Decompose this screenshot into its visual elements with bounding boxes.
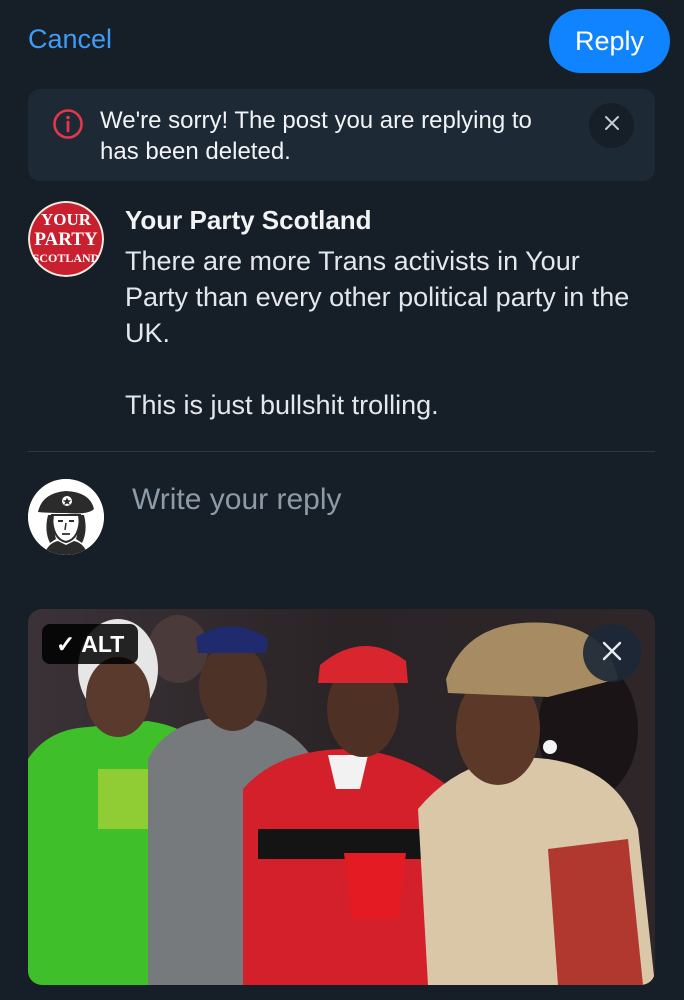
post-author-avatar[interactable]: YOUR PARTY SCOTLAND bbox=[28, 201, 104, 277]
cancel-button[interactable]: Cancel bbox=[28, 24, 112, 55]
avatar-logo-line-2: PARTY bbox=[34, 229, 98, 250]
post-author-name[interactable]: Your Party Scotland bbox=[125, 205, 372, 236]
avatar-logo-line-3: SCOTLAND bbox=[33, 251, 100, 265]
alt-text-button[interactable]: ✓ ALT bbox=[42, 624, 139, 664]
banner-close-button[interactable] bbox=[589, 103, 634, 148]
avatar-logo-line-1: YOUR bbox=[41, 210, 92, 229]
close-icon bbox=[601, 640, 623, 667]
post-paragraph: There are more Trans activists in Your P… bbox=[125, 246, 630, 348]
post-body: There are more Trans activists in Your P… bbox=[125, 243, 645, 423]
user-avatar[interactable] bbox=[28, 479, 104, 555]
post-paragraph: This is just bullshit trolling. bbox=[125, 390, 439, 420]
reply-text-input[interactable] bbox=[120, 478, 674, 522]
divider bbox=[28, 451, 655, 452]
banner-message: We're sorry! The post you are replying t… bbox=[100, 107, 532, 165]
checkmark-icon: ✓ bbox=[56, 630, 76, 657]
reply-button[interactable]: Reply bbox=[549, 9, 670, 73]
attached-gif[interactable]: ✓ ALT bbox=[28, 609, 655, 985]
composer-header: Cancel Reply bbox=[0, 0, 684, 84]
close-icon bbox=[604, 115, 620, 136]
remove-media-button[interactable] bbox=[583, 624, 641, 682]
info-circle-icon bbox=[52, 108, 84, 140]
alt-label: ALT bbox=[81, 630, 125, 657]
gif-preview-image bbox=[28, 609, 655, 985]
deleted-post-banner: We're sorry! The post you are replying t… bbox=[28, 89, 655, 181]
